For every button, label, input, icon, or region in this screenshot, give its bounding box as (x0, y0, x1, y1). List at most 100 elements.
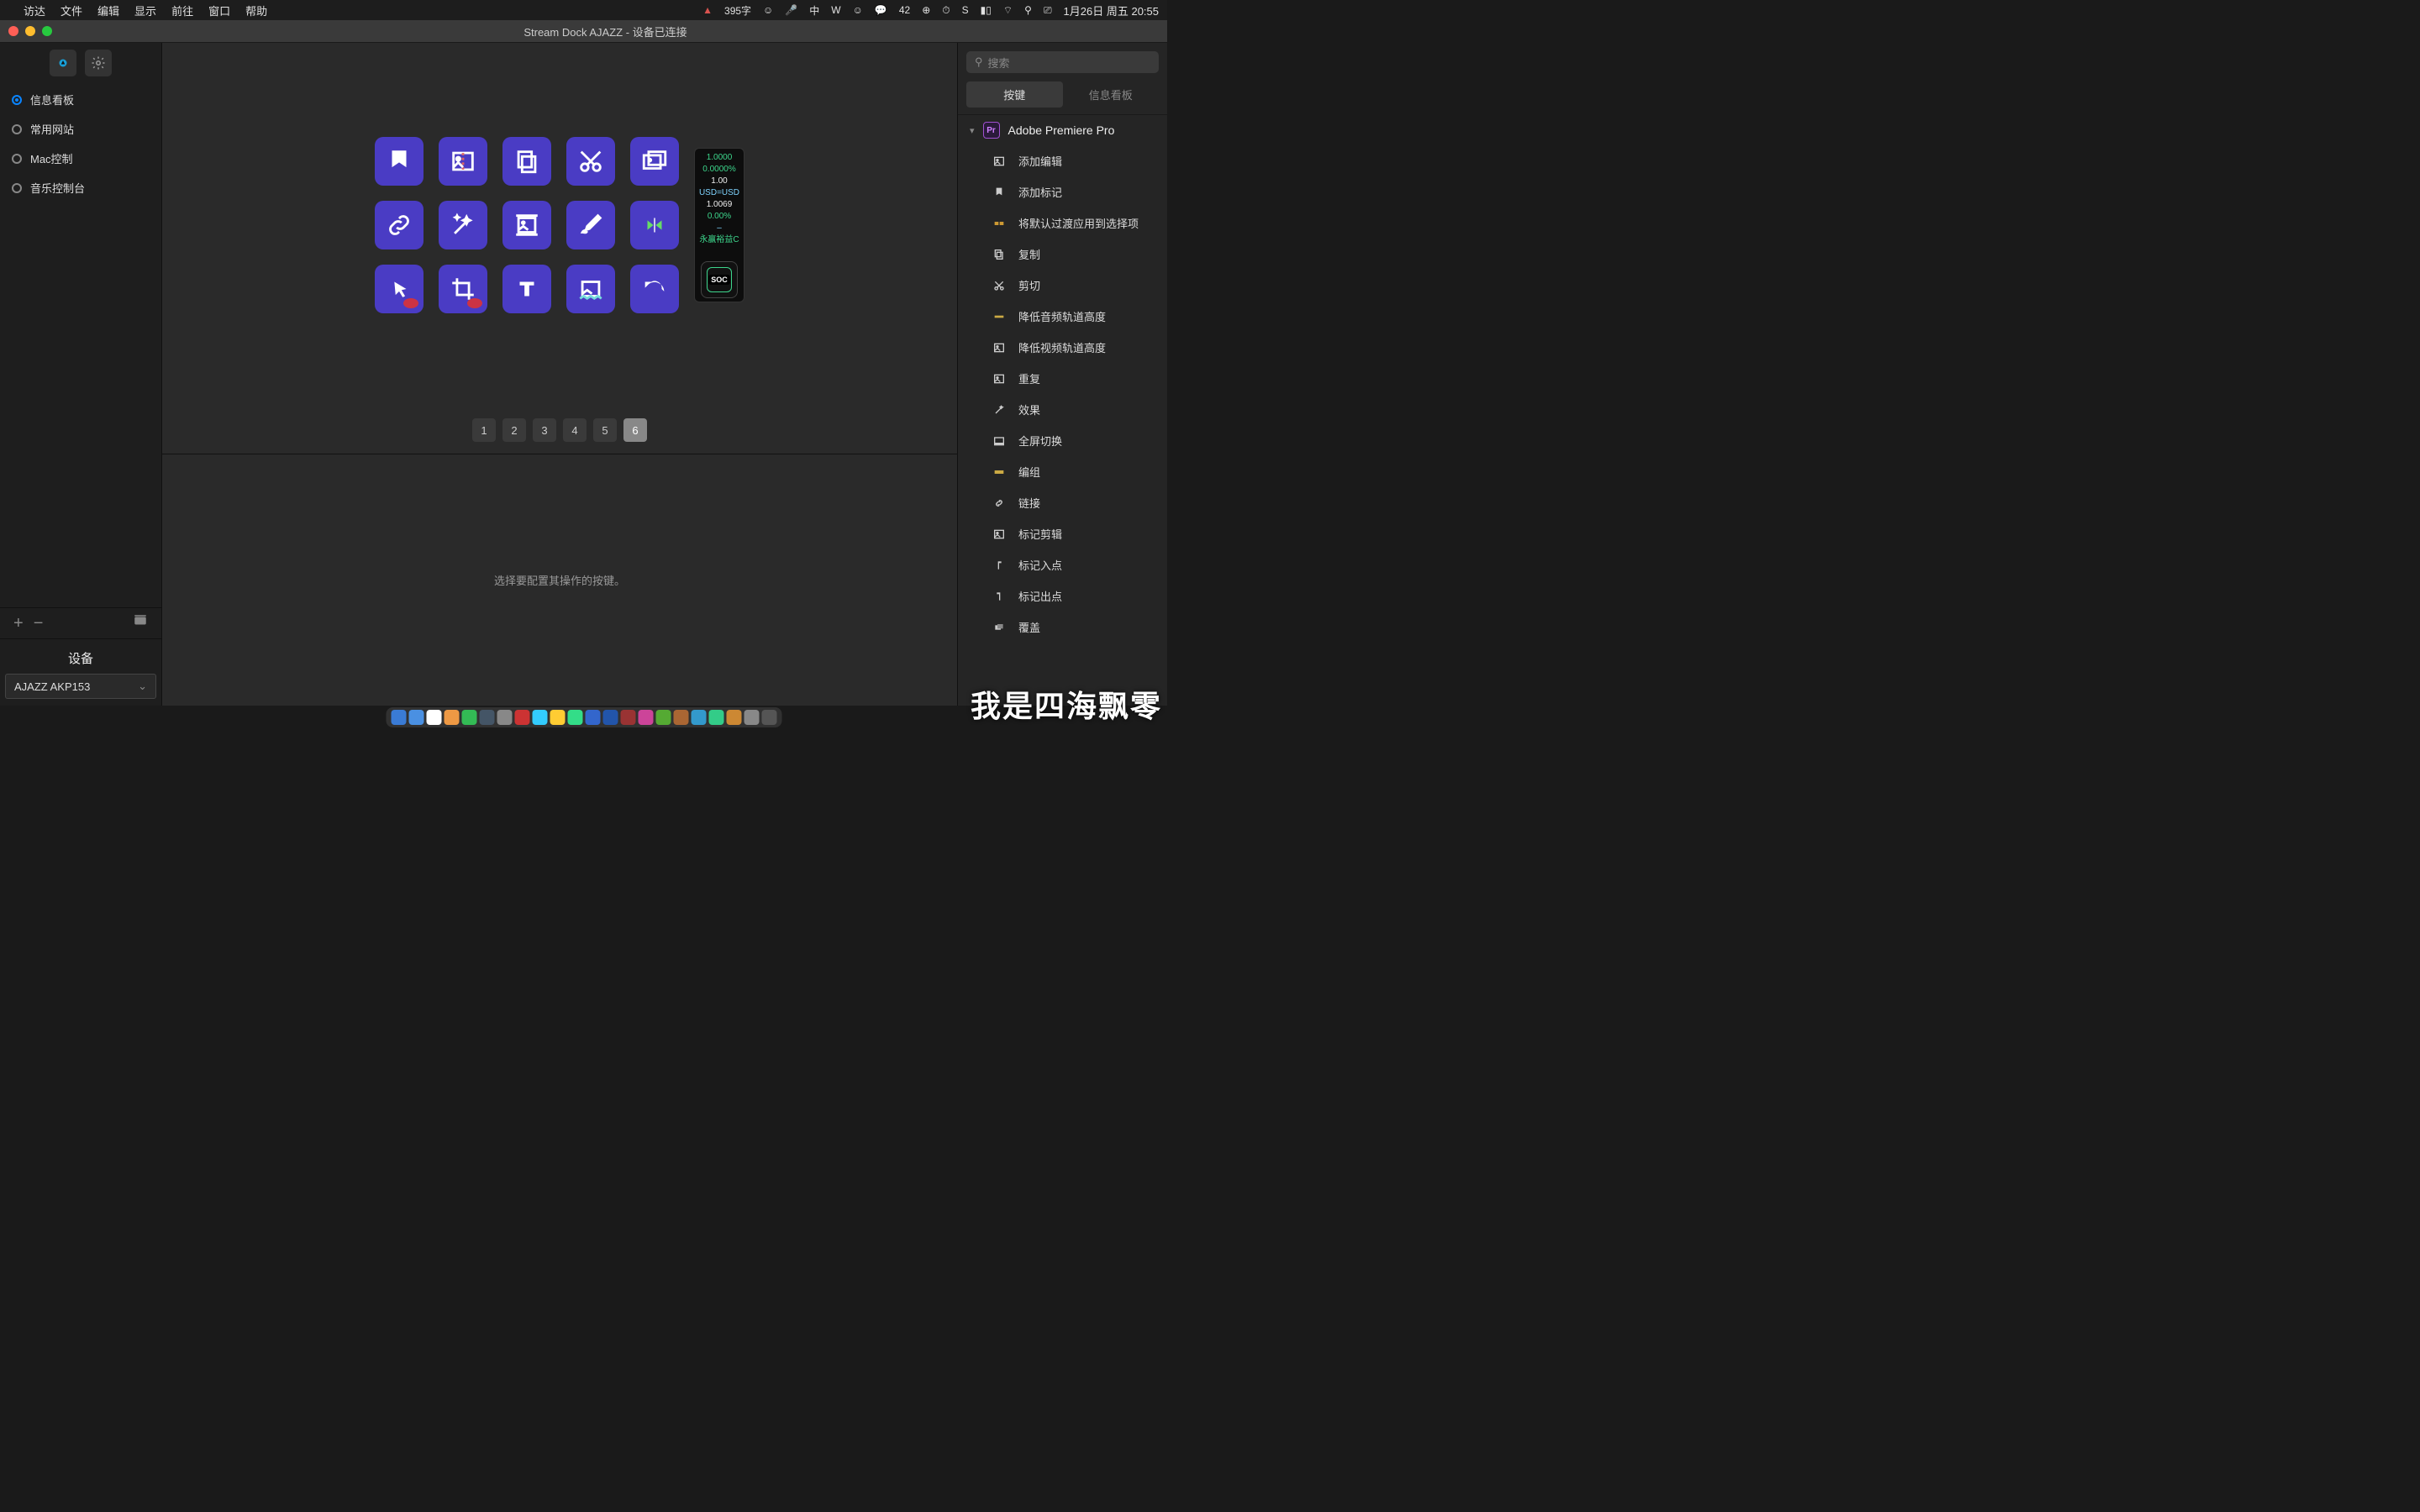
action-item[interactable]: 全屏切换 (958, 425, 1167, 456)
wifi-icon[interactable]: ⌔ (1003, 4, 1013, 17)
window-title: Stream Dock AJAZZ - 设备已连接 (523, 24, 687, 39)
key-text[interactable] (502, 265, 551, 313)
menubar-item[interactable]: 显示 (134, 3, 156, 18)
action-item[interactable]: 链接 (958, 487, 1167, 518)
emoji-icon[interactable]: ☺ (763, 4, 773, 16)
action-item[interactable]: 将默认过渡应用到选择项 (958, 207, 1167, 239)
page-button[interactable]: 3 (533, 418, 556, 442)
key-in-out[interactable] (630, 201, 679, 249)
device-selector[interactable]: AJAZZ AKP153 ⌄ (5, 674, 156, 699)
radio-icon (12, 124, 22, 134)
eye-indicator-icon (467, 298, 482, 308)
remove-profile-button[interactable]: − (29, 614, 49, 633)
chat-icon[interactable]: ☺ (853, 4, 863, 16)
action-item[interactable]: 覆盖 (958, 612, 1167, 643)
key-crop[interactable] (439, 265, 487, 313)
overlay-icon (992, 620, 1007, 635)
key-add-edit[interactable] (439, 137, 487, 186)
menubar-item[interactable]: 窗口 (208, 3, 230, 18)
action-item[interactable]: 效果 (958, 394, 1167, 425)
action-item[interactable]: 标记剪辑 (958, 518, 1167, 549)
action-item[interactable]: 重复 (958, 363, 1167, 394)
macos-dock[interactable] (386, 707, 781, 727)
window-minimize-button[interactable] (25, 26, 35, 36)
wechat-icon[interactable]: 💬 (875, 4, 887, 16)
page-button[interactable]: 1 (472, 418, 496, 442)
wps-icon[interactable]: W (831, 4, 840, 16)
action-item[interactable]: 添加标记 (958, 176, 1167, 207)
device-header: 设备 (0, 646, 161, 674)
input-method-icon[interactable]: 中 (809, 3, 819, 18)
profile-item[interactable]: 音乐控制台 (0, 173, 161, 202)
key-brush[interactable] (566, 201, 615, 249)
key-mark-clip[interactable] (630, 137, 679, 186)
key-undo[interactable] (630, 265, 679, 313)
device-value: AJAZZ AKP153 (14, 680, 90, 693)
page-button[interactable]: 2 (502, 418, 526, 442)
search-input[interactable]: ⚲ 搜索 (966, 51, 1159, 73)
action-item[interactable]: 降低音频轨道高度 (958, 301, 1167, 332)
sync-icon[interactable]: ⊕ (922, 4, 930, 16)
menubar-item[interactable]: 帮助 (245, 3, 267, 18)
battery-icon[interactable]: ▮▯ (981, 4, 992, 16)
menubar-item[interactable]: 文件 (60, 3, 82, 18)
menubar-item[interactable]: 编辑 (97, 3, 119, 18)
action-label: 添加标记 (1018, 184, 1062, 200)
window-close-button[interactable] (8, 26, 18, 36)
chevron-down-icon: ▾ (970, 125, 975, 136)
spotlight-icon[interactable]: ⚲ (1024, 4, 1032, 16)
app-icon[interactable]: S (962, 4, 969, 16)
mic-icon[interactable]: 🎤 (785, 4, 797, 16)
link-icon (992, 496, 1007, 511)
image-icon (992, 527, 1007, 542)
action-label: 重复 (1018, 370, 1040, 386)
key-add-marker[interactable] (375, 137, 424, 186)
profile-item[interactable]: 常用网站 (0, 114, 161, 144)
library-icon[interactable] (128, 613, 153, 633)
control-center-icon[interactable]: ⎚ (1044, 4, 1052, 17)
key-lower-video[interactable] (502, 201, 551, 249)
action-item[interactable]: 添加编辑 (958, 145, 1167, 176)
action-label: 链接 (1018, 495, 1040, 511)
key-copy[interactable] (502, 137, 551, 186)
action-item[interactable]: 剪切 (958, 270, 1167, 301)
action-label: 降低音频轨道高度 (1018, 308, 1106, 324)
key-select[interactable] (375, 265, 424, 313)
home-tab-icon[interactable] (50, 50, 76, 76)
image-icon (992, 371, 1007, 386)
key-link[interactable] (375, 201, 424, 249)
word-count-indicator[interactable]: 395字 (724, 3, 751, 18)
action-item[interactable]: 标记出点 (958, 580, 1167, 612)
action-label: 剪切 (1018, 277, 1040, 293)
action-group-header[interactable]: ▾ Pr Adobe Premiere Pro (958, 114, 1167, 145)
marker-icon (992, 185, 1007, 200)
menubar-datetime[interactable]: 1月26日 周五 20:55 (1064, 3, 1159, 18)
menubar-item[interactable]: 前往 (171, 3, 193, 18)
action-item[interactable]: 复制 (958, 239, 1167, 270)
key-effects[interactable] (439, 201, 487, 249)
action-item[interactable]: 降低视频轨道高度 (958, 332, 1167, 363)
search-placeholder: 搜索 (988, 55, 1010, 71)
window-maximize-button[interactable] (42, 26, 52, 36)
copy-icon (992, 247, 1007, 262)
knob-display[interactable]: 1.0000 0.0000% 1.00 USD=USD 1.0069 0.00%… (694, 148, 744, 302)
profile-item[interactable]: 信息看板 (0, 85, 161, 114)
action-item[interactable]: 编组 (958, 456, 1167, 487)
page-button[interactable]: 4 (563, 418, 587, 442)
in-point-icon (992, 558, 1007, 573)
add-profile-button[interactable]: + (8, 614, 29, 633)
profile-item[interactable]: Mac控制 (0, 144, 161, 173)
menubar-app-name[interactable]: 访达 (24, 3, 45, 18)
radio-icon (12, 95, 22, 105)
page-button[interactable]: 6 (623, 418, 647, 442)
page-button[interactable]: 5 (593, 418, 617, 442)
action-group-label: Adobe Premiere Pro (1008, 123, 1115, 137)
action-item[interactable]: 标记入点 (958, 549, 1167, 580)
settings-tab-icon[interactable] (85, 50, 112, 76)
warning-icon[interactable]: ▲ (702, 4, 713, 16)
key-lower-audio[interactable] (566, 265, 615, 313)
tab-keys[interactable]: 按键 (966, 81, 1063, 108)
key-cut[interactable] (566, 137, 615, 186)
tab-info-board[interactable]: 信息看板 (1063, 81, 1160, 108)
clock-icon[interactable]: ⏱ (942, 4, 950, 17)
